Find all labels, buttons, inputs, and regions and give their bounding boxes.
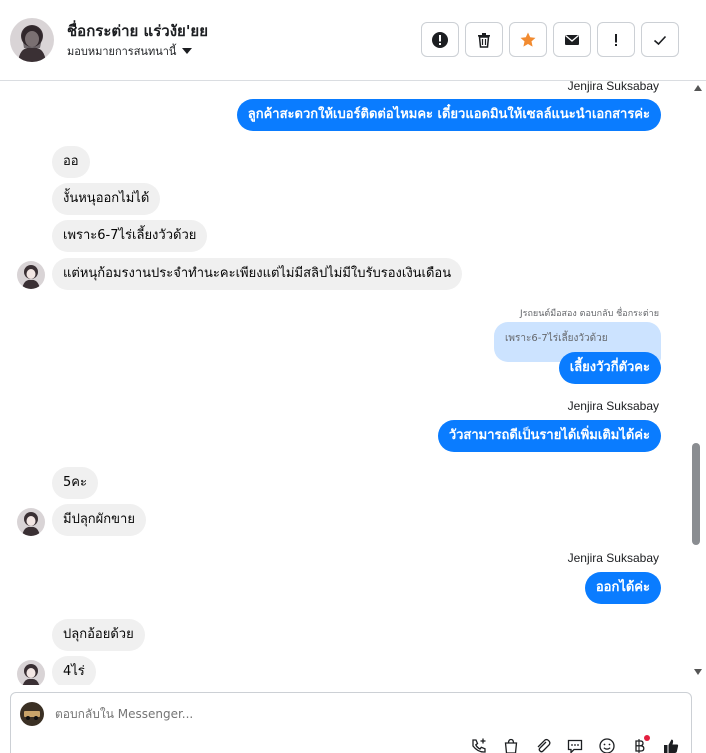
- phone-plus-icon: [472, 738, 486, 753]
- outgoing-message[interactable]: เลี้ยงวัวกี่ตัวคะ: [558, 352, 661, 384]
- follow-up-button[interactable]: [597, 22, 635, 57]
- mark-spam-button[interactable]: [421, 22, 459, 57]
- incoming-message[interactable]: มีปลุกผักขาย: [52, 504, 146, 536]
- envelope-icon: [565, 34, 579, 45]
- call-button[interactable]: [468, 735, 490, 753]
- smiley-icon: [599, 738, 615, 753]
- conversation-header: ชื่อกระต่าย แร่วงัย'ยย มอบหมายการสนทนานี…: [0, 0, 706, 81]
- check-icon: [653, 35, 667, 45]
- contact-avatar-small: [17, 660, 45, 685]
- reply-context-label: Jรถยนต์มือสอง ตอบกลับ ชื่อกระต่าย: [519, 309, 659, 319]
- assign-conversation-dropdown[interactable]: มอบหมายการสนทนานี้: [67, 42, 193, 60]
- composer-toolbar: [468, 735, 682, 753]
- scroll-thumb[interactable]: [692, 443, 700, 545]
- caret-down-icon: [182, 48, 193, 54]
- incoming-message[interactable]: ปลุกอ้อยด้วย: [52, 619, 145, 651]
- sender-name: Jenjira Suksabay: [567, 399, 659, 413]
- incoming-message[interactable]: งั้นหนุออกไม่ได้: [52, 183, 161, 215]
- notification-dot: [644, 735, 650, 741]
- mark-done-button[interactable]: [641, 22, 679, 57]
- emoji-button[interactable]: [596, 735, 618, 753]
- star-icon: [520, 32, 536, 47]
- payment-button[interactable]: [628, 735, 650, 753]
- alert-circle-icon: [432, 31, 448, 48]
- outgoing-message[interactable]: ออกได้ค่ะ: [584, 572, 661, 604]
- outgoing-message[interactable]: ลูกค้าสะดวกให้เบอร์ติดต่อไหมคะ เดี๋ยวแอด…: [236, 99, 661, 131]
- page-avatar: [20, 702, 44, 726]
- message-scrollbar[interactable]: [690, 81, 706, 685]
- incoming-message[interactable]: แต่หนุก้อมรงานประจำทำนะคะเพียงแต่ไม่มีสล…: [52, 258, 463, 290]
- contact-name[interactable]: ชื่อกระต่าย แร่วงัย'ยย: [67, 19, 208, 43]
- incoming-message[interactable]: เพราะ6-7ไร่เลี้ยงวัวด้วย: [52, 220, 208, 252]
- message-thread[interactable]: Jenjira Suksabay ลูกค้าสะดวกให้เบอร์ติดต…: [0, 81, 690, 685]
- attach-button[interactable]: [532, 735, 554, 753]
- contact-avatar[interactable]: [10, 18, 54, 62]
- mark-unread-button[interactable]: [553, 22, 591, 57]
- chat-bubble-icon: [567, 739, 583, 753]
- shop-button[interactable]: [500, 735, 522, 753]
- paperclip-icon: [537, 738, 551, 753]
- outgoing-message[interactable]: วัวสามารถดีเป็นรายได้เพิ่มเติมได้ค่ะ: [437, 420, 661, 452]
- incoming-message[interactable]: ออ: [52, 146, 90, 178]
- trash-icon: [478, 32, 490, 48]
- like-button[interactable]: [660, 735, 682, 753]
- sender-name: Jenjira Suksabay: [567, 551, 659, 565]
- contact-avatar-small: [17, 508, 45, 536]
- star-button[interactable]: [509, 22, 547, 57]
- assign-label: มอบหมายการสนทนานี้: [67, 45, 177, 58]
- scroll-down-arrow-icon[interactable]: [694, 669, 702, 675]
- sender-name: Jenjira Suksabay: [567, 81, 659, 93]
- thumbs-up-icon: [664, 739, 679, 753]
- incoming-message[interactable]: 5คะ: [52, 467, 98, 499]
- incoming-message[interactable]: 4ไร่: [52, 656, 96, 685]
- message-composer: [10, 692, 692, 753]
- delete-button[interactable]: [465, 22, 503, 57]
- shopping-bag-icon: [504, 738, 518, 753]
- reply-input[interactable]: [55, 707, 455, 721]
- conversation-toolbar: [421, 22, 679, 57]
- saved-replies-button[interactable]: [564, 735, 586, 753]
- contact-avatar-small: [17, 261, 45, 289]
- scroll-up-arrow-icon[interactable]: [694, 85, 702, 91]
- exclamation-icon: [615, 33, 617, 46]
